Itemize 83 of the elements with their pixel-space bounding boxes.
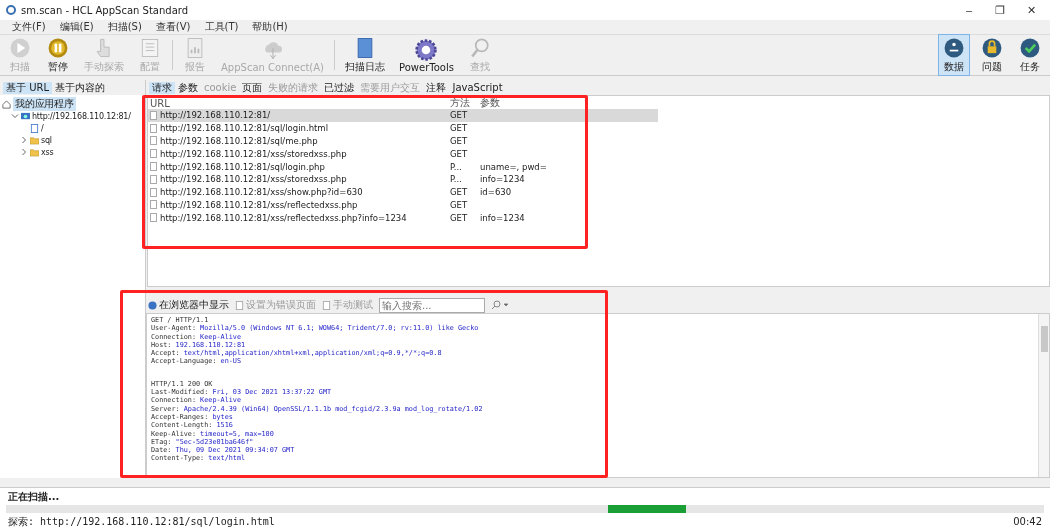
play-icon bbox=[8, 36, 32, 60]
check-icon bbox=[1018, 36, 1042, 60]
toolbar-button[interactable]: 暂停 bbox=[42, 34, 74, 76]
column-header[interactable]: URL bbox=[148, 97, 448, 109]
tree-item[interactable]: xss bbox=[41, 147, 54, 157]
params-cell: id=630 bbox=[480, 187, 512, 198]
url-cell: http://192.168.110.12:81/xss/storedxss.php bbox=[160, 148, 347, 159]
column-header[interactable]: 方法 bbox=[448, 96, 478, 110]
find-dropdown-icon[interactable] bbox=[491, 300, 509, 310]
tab[interactable]: JavaScript bbox=[449, 81, 506, 94]
table-row[interactable]: http://192.168.110.12:81/xss/storedxss.php GET bbox=[148, 147, 1049, 161]
url-cell: http://192.168.110.12:81/ bbox=[160, 110, 271, 121]
view-button[interactable]: 任务 bbox=[1014, 34, 1046, 76]
page-icon bbox=[322, 300, 331, 310]
table-row[interactable]: http://192.168.110.12:81/xss/reflectedxss.php?info=1234 GET info=1234 bbox=[148, 211, 1049, 225]
table-row[interactable]: http://192.168.110.12:81/xss/show.php?id=630 GET id=630 bbox=[148, 185, 1049, 199]
status-title: 正在扫描... bbox=[7, 490, 61, 503]
elapsed-time: 00:42 bbox=[1013, 515, 1042, 528]
table-row[interactable]: http://192.168.110.12:81/xss/reflectedxss.php GET bbox=[148, 198, 1049, 212]
url-cell: http://192.168.110.12:81/xss/storedxss.php bbox=[160, 174, 347, 185]
method-cell-text: GET bbox=[449, 148, 469, 159]
chevron-icon[interactable] bbox=[20, 136, 28, 144]
chevron-icon[interactable] bbox=[11, 112, 19, 120]
menu-item[interactable]: 工具(T) bbox=[198, 20, 245, 34]
tab[interactable]: 参数 bbox=[175, 81, 201, 94]
url-cell: http://192.168.110.12:81/xss/reflectedxss.php?info=1234 bbox=[160, 212, 407, 223]
pause-icon bbox=[46, 36, 70, 60]
toolbar-button[interactable]: PowerTools bbox=[395, 35, 458, 75]
url-cell: http://192.168.110.12:81/sql/login.html bbox=[160, 123, 328, 134]
tree-item[interactable]: http://192.168.110.12:81/ bbox=[32, 111, 131, 121]
tab[interactable]: 注释 bbox=[423, 81, 450, 94]
table-row[interactable]: http://192.168.110.12:81/ GET bbox=[148, 109, 658, 122]
params-cell: info=1234 bbox=[480, 212, 525, 223]
method-cell-text: GET bbox=[449, 212, 469, 223]
tab[interactable]: 页面 bbox=[239, 81, 266, 94]
window-control-button[interactable]: ❐ bbox=[987, 3, 1013, 17]
method-cell-text: GET bbox=[449, 199, 469, 210]
tab[interactable]: 请求 bbox=[149, 81, 175, 94]
tree-item[interactable]: 我的应用程序 bbox=[13, 97, 76, 111]
menu-item[interactable]: 查看(V) bbox=[149, 20, 197, 34]
window-control-button[interactable]: – bbox=[956, 4, 982, 16]
method-cell-text: GET bbox=[449, 123, 469, 134]
params-cell: uname=, pwd= bbox=[480, 161, 547, 172]
menu-item[interactable]: 文件(F) bbox=[6, 20, 52, 34]
method-cell-text: P... bbox=[449, 161, 463, 172]
window-title: sm.scan - HCL AppScan Standard bbox=[21, 4, 190, 16]
detail-toolbar-button[interactable]: 在浏览器中显示 bbox=[148, 298, 229, 312]
page-icon bbox=[235, 300, 244, 310]
chevron-icon[interactable] bbox=[20, 148, 28, 156]
tab[interactable]: 基于内容的 bbox=[52, 81, 109, 94]
app-logo-icon bbox=[6, 5, 16, 15]
method-cell-text: GET bbox=[449, 136, 469, 146]
menu-item[interactable]: 扫描(S) bbox=[101, 20, 148, 34]
page-icon bbox=[30, 123, 39, 133]
window-control-button[interactable]: ✕ bbox=[1018, 3, 1044, 17]
view-button[interactable]: 数据 bbox=[938, 34, 970, 76]
tab[interactable]: 基于 URL bbox=[3, 81, 53, 94]
url-cell: http://192.168.110.12:81/xss/reflectedxss.php bbox=[160, 199, 358, 210]
view-button[interactable]: 问题 bbox=[976, 34, 1008, 76]
method-cell-text: GET bbox=[449, 187, 469, 198]
table-row[interactable]: http://192.168.110.12:81/sql/me.php GET bbox=[148, 134, 1049, 148]
method-cell-text: P... bbox=[449, 174, 463, 185]
table-row[interactable]: http://192.168.110.12:81/sql/login.php P... uname=, pwd= bbox=[148, 160, 1049, 173]
toolbar-button[interactable]: 扫描日志 bbox=[341, 34, 390, 76]
lock-icon bbox=[980, 36, 1004, 60]
url-cell: http://192.168.110.12:81/sql/me.php bbox=[160, 136, 318, 146]
tree-item[interactable]: sql bbox=[41, 135, 52, 145]
tab[interactable]: 已过滤 bbox=[321, 81, 358, 94]
tree-item[interactable]: / bbox=[41, 123, 44, 133]
menu-item[interactable]: 帮助(H) bbox=[246, 20, 294, 34]
table-row[interactable]: http://192.168.110.12:81/xss/storedxss.php P... info=1234 bbox=[148, 173, 1049, 186]
scrollbar[interactable] bbox=[1038, 314, 1049, 477]
table-row[interactable]: http://192.168.110.12:81/sql/login.html GET bbox=[148, 121, 1049, 135]
search-field[interactable]: 输入搜索... bbox=[379, 297, 485, 313]
url-cell: http://192.168.110.12:81/xss/show.php?id=630 bbox=[160, 187, 363, 198]
params-cell: info=1234 bbox=[480, 174, 525, 185]
menu-item[interactable]: 编辑(E) bbox=[53, 20, 100, 34]
status-detail: 探索: http://192.168.110.12:81/sql/login.html bbox=[8, 515, 275, 528]
method-cell-text: GET bbox=[449, 110, 469, 121]
data-icon bbox=[942, 36, 966, 60]
gear-icon bbox=[414, 37, 439, 62]
column-header[interactable]: 参数 bbox=[478, 96, 658, 110]
url-cell: http://192.168.110.12:81/sql/login.php bbox=[160, 161, 325, 172]
